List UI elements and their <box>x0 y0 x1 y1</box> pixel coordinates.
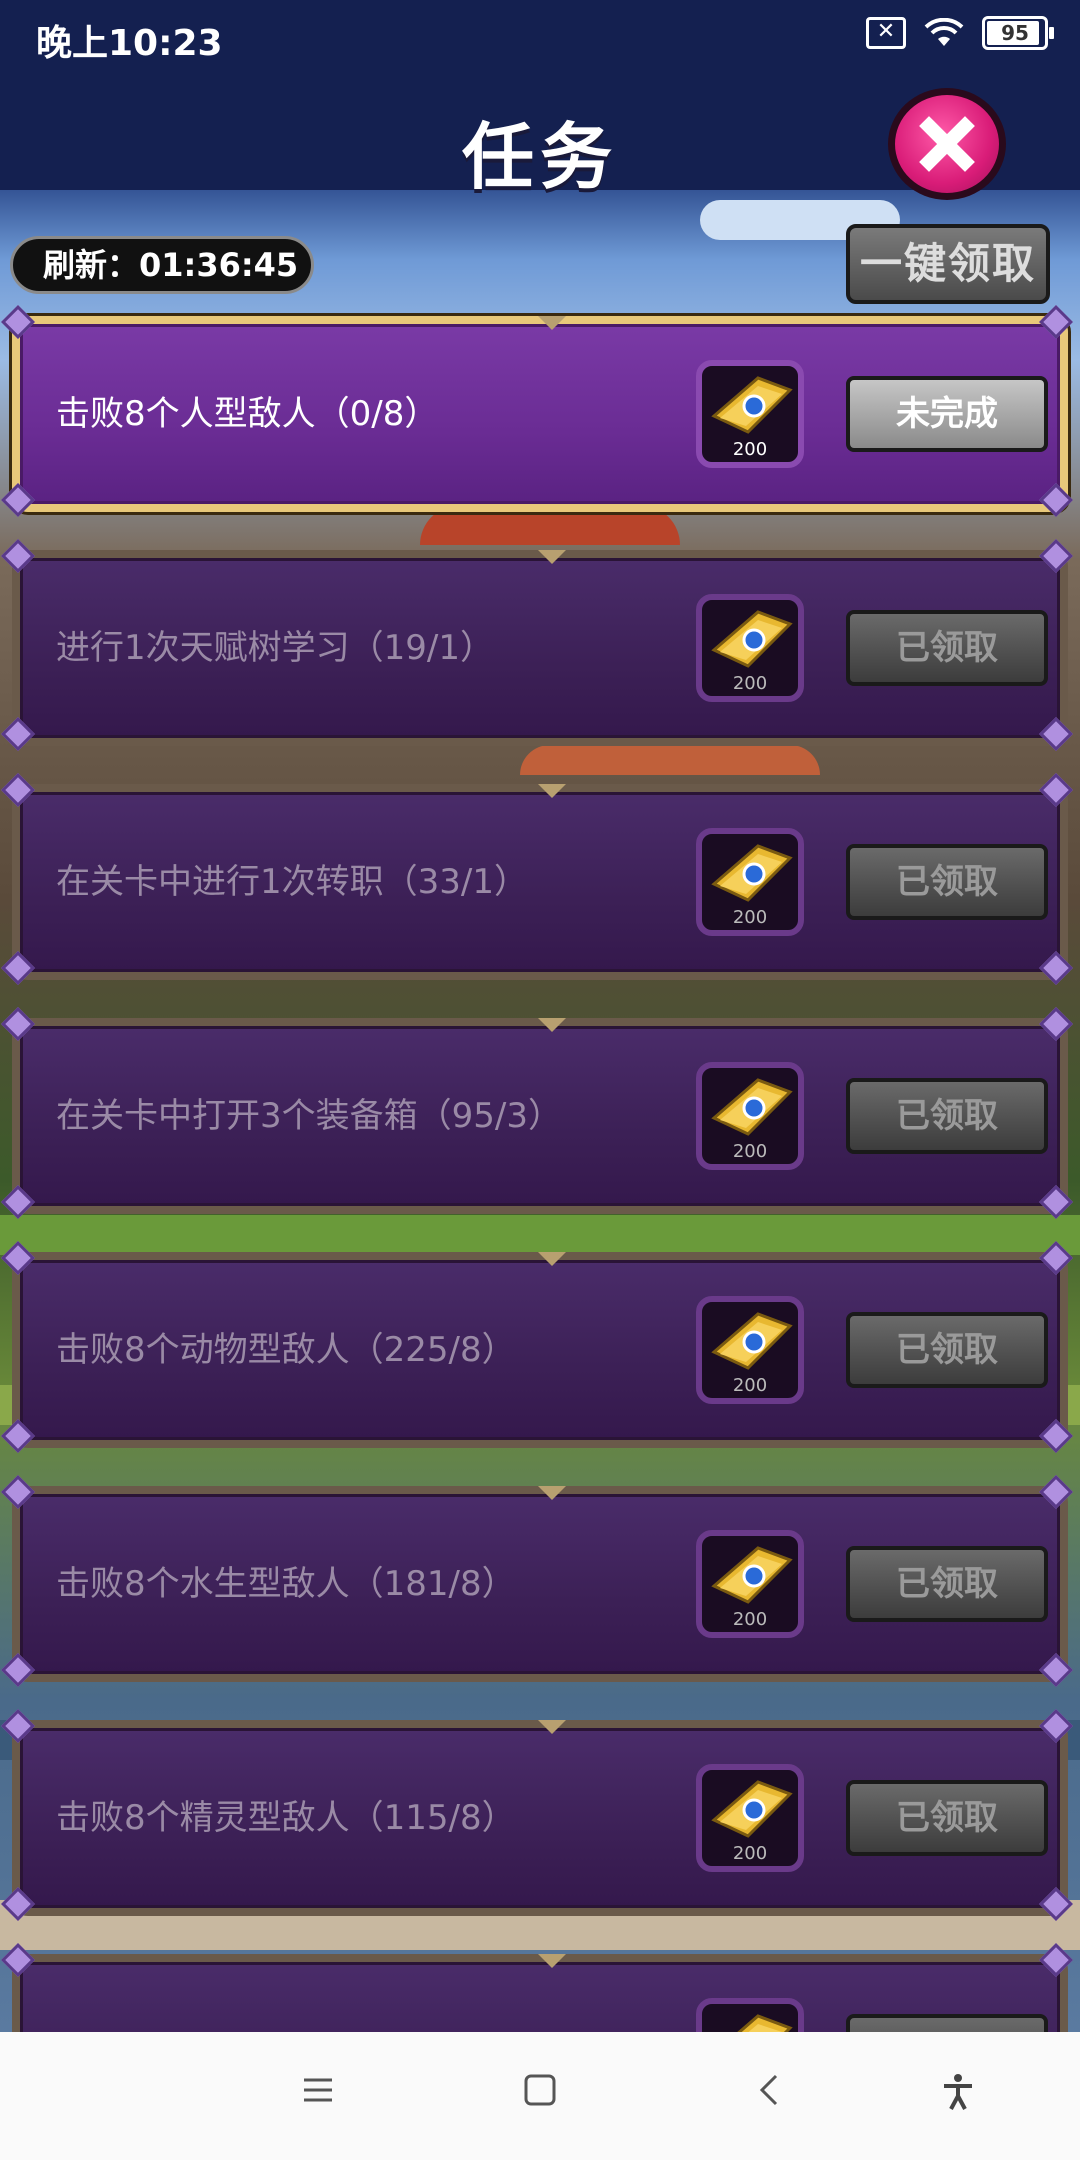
frame-ornament <box>538 784 566 798</box>
close-button[interactable] <box>888 88 1006 200</box>
frame-ornament <box>538 316 566 330</box>
claimed-button[interactable]: 已领取 <box>846 844 1048 920</box>
roof <box>520 745 820 775</box>
frame-ornament <box>538 1954 566 1968</box>
reward-slot: 200 <box>696 360 804 468</box>
menu-icon[interactable] <box>300 2072 336 2108</box>
ticket-icon <box>711 610 793 668</box>
reward-amount: 200 <box>732 1141 768 1162</box>
task-row: 在关卡中打开3个装备箱（95/3） 200 已领取 <box>1 1007 1073 1219</box>
claimed-button[interactable]: 已领取 <box>846 610 1048 686</box>
task-label: 击败8个水生型敌人（181/8） <box>56 1564 516 1604</box>
reward-amount: 200 <box>732 673 768 694</box>
reward-slot: 200 <box>696 594 804 702</box>
task-row: 进行1次天赋树学习（19/1） 200 已领取 <box>1 539 1073 751</box>
frame-ornament <box>538 1252 566 1266</box>
reward-slot: 200 <box>696 1764 804 1872</box>
reward-slot: 200 <box>696 1062 804 1170</box>
battery-level: 95 <box>1001 21 1029 45</box>
task-row: 在关卡中进行1次转职（33/1） 200 已领取 <box>1 773 1073 985</box>
ticket-icon <box>711 844 793 902</box>
incomplete-button[interactable]: 未完成 <box>846 376 1048 452</box>
claim-all-button[interactable]: 一键领取 <box>846 224 1050 304</box>
task-row: 击败8个水生型敌人（181/8） 200 已领取 <box>1 1475 1073 1687</box>
reward-amount: 200 <box>732 907 768 928</box>
task-row: 击败8个人型敌人（0/8） 200 未完成 <box>1 305 1073 517</box>
reward-slot: 200 <box>696 1530 804 1638</box>
accessibility-icon[interactable] <box>938 2072 978 2112</box>
frame-ornament <box>538 1486 566 1500</box>
navigation-bar <box>0 2032 1080 2160</box>
refresh-timer: 刷新：01:36:45 <box>10 236 314 294</box>
ticket-icon <box>711 376 793 434</box>
task-row: 击败8个精灵型敌人（115/8） 200 已领取 <box>1 1709 1073 1921</box>
frame-ornament <box>538 1720 566 1734</box>
task-label: 进行1次天赋树学习（19/1） <box>56 628 494 668</box>
ticket-icon <box>711 1780 793 1838</box>
reward-amount: 200 <box>732 1375 768 1396</box>
close-icon <box>919 116 975 172</box>
status-time: 晚上10:23 <box>36 23 223 64</box>
status-bar: 晚上10:23 ✕ 95 <box>0 0 1080 76</box>
home-icon[interactable] <box>522 2072 558 2108</box>
ticket-icon <box>711 1078 793 1136</box>
reward-amount: 200 <box>732 439 768 460</box>
back-icon[interactable] <box>752 2072 788 2108</box>
reward-slot: 200 <box>696 828 804 936</box>
reward-amount: 200 <box>732 1843 768 1864</box>
task-label: 击败8个精灵型敌人（115/8） <box>56 1798 516 1838</box>
task-row: 击败8个动物型敌人（225/8） 200 已领取 <box>1 1241 1073 1453</box>
task-label: 在关卡中打开3个装备箱（95/3） <box>56 1096 562 1136</box>
task-label: 在关卡中进行1次转职（33/1） <box>56 862 528 902</box>
frame-ornament <box>538 550 566 564</box>
reward-amount: 200 <box>732 1609 768 1630</box>
task-label: 击败8个人型敌人（0/8） <box>56 394 439 434</box>
ticket-icon <box>711 1546 793 1604</box>
claimed-button[interactable]: 已领取 <box>846 1312 1048 1388</box>
grass-band <box>0 1215 1080 1255</box>
wifi-icon <box>924 18 964 46</box>
claimed-button[interactable]: 已领取 <box>846 1078 1048 1154</box>
reward-slot: 200 <box>696 1296 804 1404</box>
no-sim-icon: ✕ <box>866 17 906 49</box>
claimed-button[interactable]: 已领取 <box>846 1780 1048 1856</box>
claimed-button[interactable]: 已领取 <box>846 1546 1048 1622</box>
battery-icon: 95 <box>982 16 1054 50</box>
ticket-icon <box>711 1312 793 1370</box>
task-label: 击败8个动物型敌人（225/8） <box>56 1330 516 1370</box>
